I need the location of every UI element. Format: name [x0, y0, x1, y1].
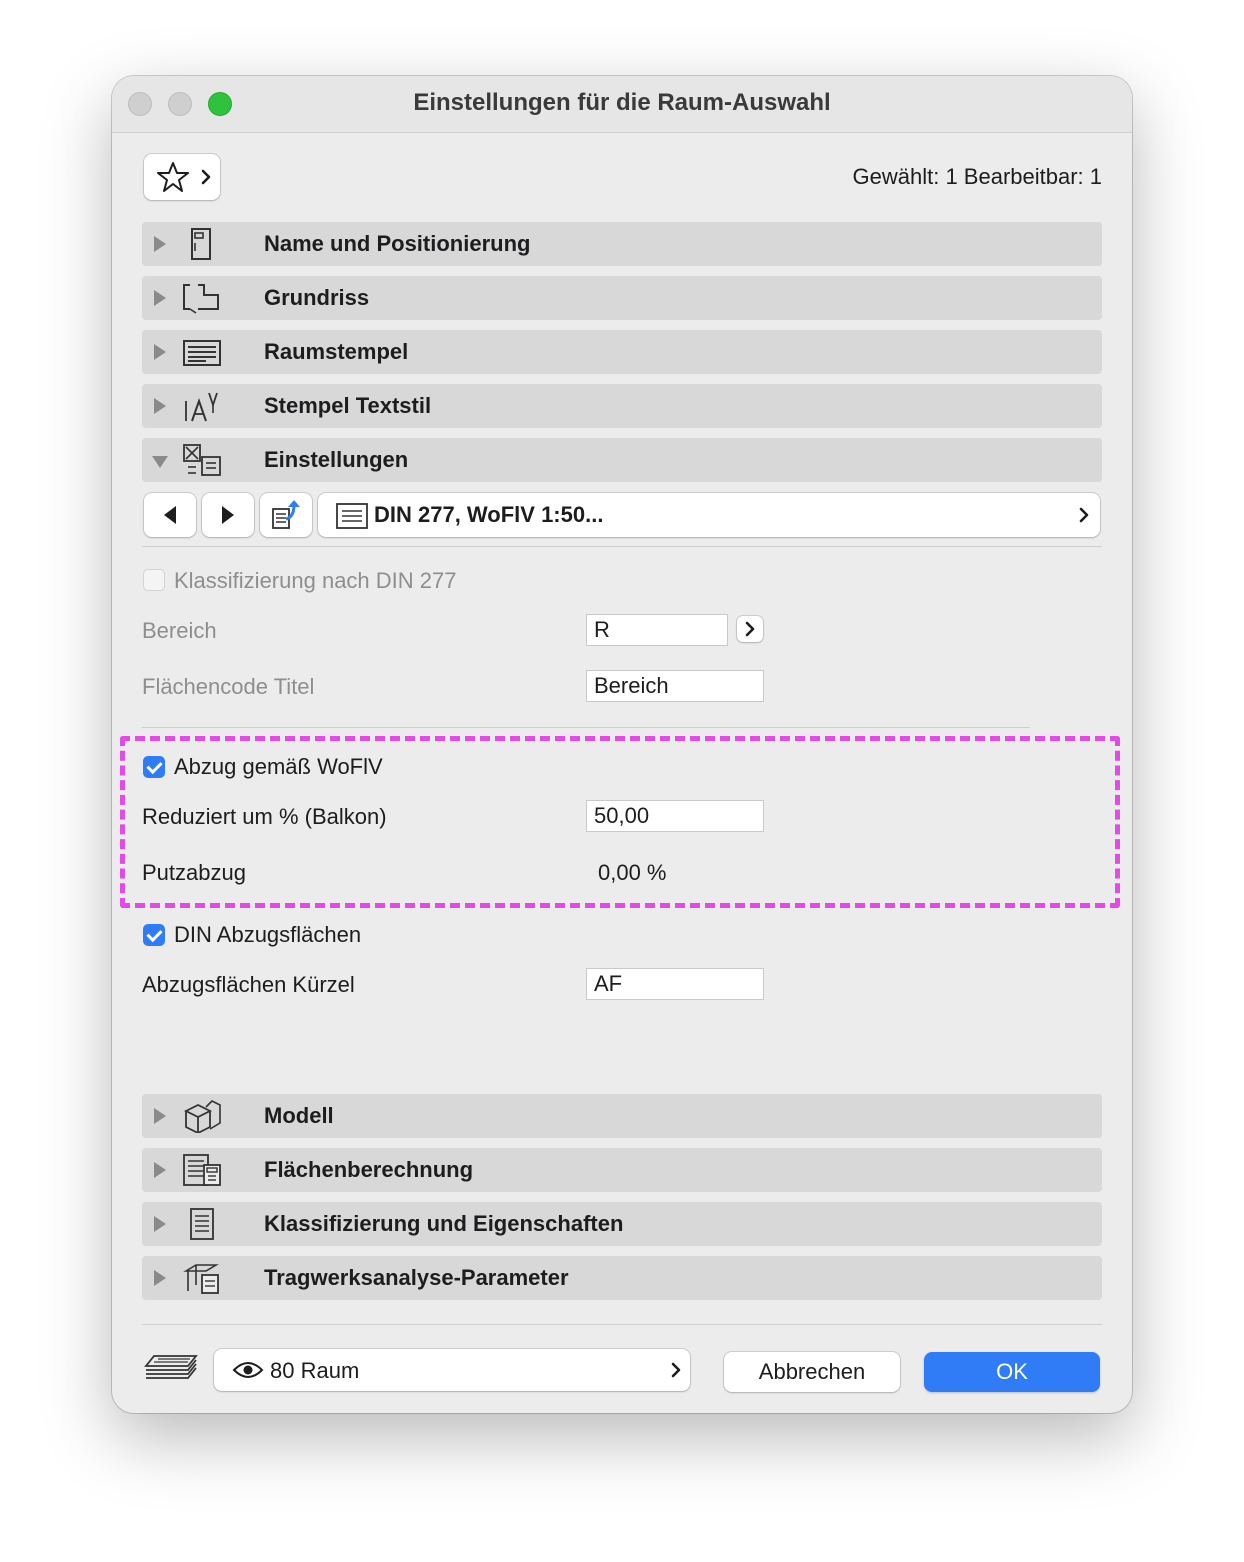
model-icon — [183, 1100, 221, 1133]
din-abzug-label: DIN Abzugsflächen — [174, 922, 362, 947]
area-calculation-icon — [183, 1154, 221, 1186]
disclosure-triangle-icon[interactable] — [154, 398, 166, 414]
bereich-input[interactable]: R — [586, 614, 728, 646]
section-model[interactable]: Modell — [142, 1094, 1102, 1138]
kuerzel-input[interactable]: AF — [586, 968, 764, 1000]
section-settings[interactable]: Einstellungen — [142, 438, 1102, 482]
ok-button[interactable]: OK — [924, 1352, 1100, 1392]
name-position-icon — [191, 228, 211, 260]
section-label: Klassifizierung und Eigenschaften — [264, 1211, 624, 1236]
abzug-checkbox[interactable] — [143, 756, 165, 778]
preset-label: DIN 277, WoFlV 1:50... — [374, 502, 604, 527]
preset-selector[interactable]: DIN 277, WoFlV 1:50... — [318, 493, 1100, 537]
chevron-right-icon — [745, 621, 755, 637]
section-zone-stamp[interactable]: Raumstempel — [142, 330, 1102, 374]
section-text-style[interactable]: Stempel Textstil — [142, 384, 1102, 428]
layer-icon[interactable] — [144, 1352, 198, 1386]
disclosure-triangle-open-icon[interactable] — [152, 456, 168, 468]
previous-preset-button[interactable] — [144, 493, 196, 537]
text-style-icon — [185, 392, 218, 422]
disclosure-triangle-icon[interactable] — [154, 1162, 166, 1178]
zone-stamp-icon — [183, 340, 221, 366]
putzabzug-label: Putzabzug — [142, 860, 246, 885]
disclosure-triangle-icon[interactable] — [154, 1108, 166, 1124]
bereich-options-button[interactable] — [737, 616, 763, 642]
disclosure-triangle-icon[interactable] — [154, 1216, 166, 1232]
divider — [142, 1324, 1102, 1325]
divider — [142, 727, 1030, 728]
section-label: Flächenberechnung — [264, 1157, 474, 1182]
transfer-settings-icon — [272, 500, 300, 529]
list-icon — [336, 503, 368, 529]
section-label: Modell — [264, 1103, 334, 1128]
layer-selector[interactable]: 80 Raum — [214, 1349, 690, 1391]
triangle-left-icon — [164, 506, 176, 524]
disclosure-triangle-icon[interactable] — [154, 1270, 166, 1286]
section-label: Name und Positionierung — [264, 231, 531, 256]
divider — [142, 546, 1102, 547]
triangle-right-icon — [222, 506, 234, 524]
section-name-position[interactable]: Name und Positionierung — [142, 222, 1102, 266]
window-title: Einstellungen für die Raum-Auswahl — [413, 89, 831, 116]
flaechencode-input[interactable]: Bereich — [586, 670, 764, 702]
eye-icon — [232, 1362, 264, 1378]
section-area-calculation[interactable]: Flächenberechnung — [142, 1148, 1102, 1192]
section-label: Raumstempel — [264, 339, 409, 364]
star-icon — [157, 162, 189, 192]
bereich-label: Bereich — [142, 618, 217, 643]
section-label: Stempel Textstil — [264, 393, 432, 418]
section-classification[interactable]: Klassifizierung und Eigenschaften — [142, 1202, 1102, 1246]
chevron-right-icon — [201, 169, 211, 185]
kuerzel-label: Abzugsflächen Kürzel — [142, 972, 355, 997]
disclosure-triangle-icon[interactable] — [154, 344, 166, 360]
din-abzug-checkbox[interactable] — [143, 924, 165, 946]
section-label: Grundriss — [264, 285, 370, 310]
reduziert-label: Reduziert um % (Balkon) — [142, 804, 387, 829]
section-label: Einstellungen — [264, 447, 409, 472]
chevron-right-icon — [1079, 507, 1089, 523]
settings-dialog: Einstellungen für die Raum-Auswahl Gewäh… — [112, 76, 1132, 1413]
classification-label: Klassifizierung nach DIN 277 — [174, 568, 457, 593]
cancel-button[interactable]: Abbrechen — [724, 1352, 900, 1392]
title-bar: Einstellungen für die Raum-Auswahl — [112, 76, 1132, 133]
section-structural-analysis[interactable]: Tragwerksanalyse-Parameter — [142, 1256, 1102, 1300]
disclosure-triangle-icon[interactable] — [154, 236, 166, 252]
section-label: Tragwerksanalyse-Parameter — [264, 1265, 569, 1290]
reduziert-input[interactable]: 50,00 — [586, 800, 764, 832]
transfer-settings-button[interactable] — [260, 493, 312, 537]
chevron-right-icon — [671, 1362, 681, 1378]
favorites-button[interactable] — [144, 154, 220, 200]
putzabzug-value: 0,00 % — [598, 860, 667, 885]
classification-checkbox[interactable] — [143, 569, 165, 591]
settings-icon — [183, 444, 221, 476]
classification-icon — [190, 1208, 214, 1240]
next-preset-button[interactable] — [202, 493, 254, 537]
section-floor-plan[interactable]: Grundriss — [142, 276, 1102, 320]
abzug-label: Abzug gemäß WoFlV — [174, 754, 383, 779]
selection-count: Gewählt: 1 Bearbeitbar: 1 — [852, 164, 1102, 189]
floor-plan-icon — [183, 284, 219, 314]
disclosure-triangle-icon[interactable] — [154, 290, 166, 306]
layer-label: 80 Raum — [270, 1358, 360, 1383]
flaechencode-label: Flächencode Titel — [142, 674, 315, 699]
structural-analysis-icon — [183, 1264, 219, 1294]
